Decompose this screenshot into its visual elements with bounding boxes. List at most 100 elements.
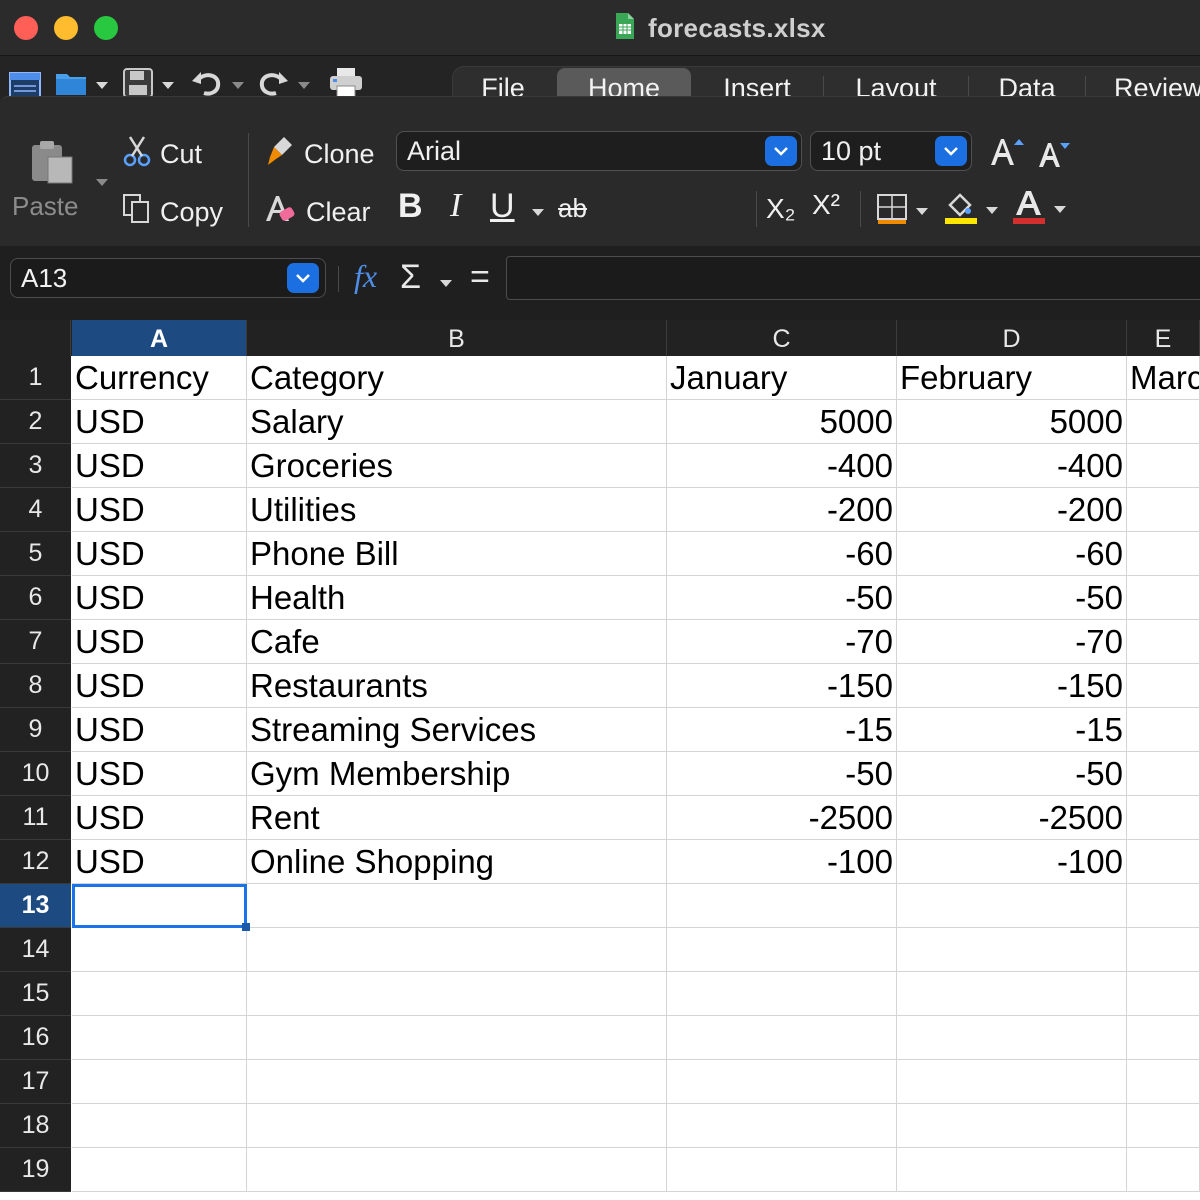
sum-button[interactable]: Σ	[400, 258, 421, 297]
cell-a17[interactable]	[72, 1060, 247, 1104]
row-header-7[interactable]: 7	[0, 620, 71, 664]
cell-d6[interactable]: -50	[897, 576, 1127, 620]
underline-button[interactable]: U	[490, 187, 515, 226]
font-color-button[interactable]	[1012, 189, 1066, 230]
cell-a6[interactable]: USD	[72, 576, 247, 620]
cell-d2[interactable]: 5000	[897, 400, 1127, 444]
strikethrough-button[interactable]: ab	[558, 193, 587, 224]
cell-c14[interactable]	[667, 928, 897, 972]
cell-b16[interactable]	[247, 1016, 667, 1060]
clone-button[interactable]: Clone	[264, 135, 375, 174]
cell-a2[interactable]: USD	[72, 400, 247, 444]
cell-c2[interactable]: 5000	[667, 400, 897, 444]
row-header-2[interactable]: 2	[0, 400, 71, 444]
cell-b9[interactable]: Streaming Services	[247, 708, 667, 752]
cell-b19[interactable]	[247, 1148, 667, 1192]
cell-c1[interactable]: January	[667, 356, 897, 400]
cell-b8[interactable]: Restaurants	[247, 664, 667, 708]
row-header-12[interactable]: 12	[0, 840, 71, 884]
italic-button[interactable]: I	[450, 187, 461, 225]
cell-d19[interactable]	[897, 1148, 1127, 1192]
paste-options-chevron-icon[interactable]	[96, 179, 108, 186]
cell-e19[interactable]	[1127, 1148, 1200, 1192]
cell-d17[interactable]	[897, 1060, 1127, 1104]
cell-b12[interactable]: Online Shopping	[247, 840, 667, 884]
name-box[interactable]: A13	[10, 258, 326, 298]
cell-b4[interactable]: Utilities	[247, 488, 667, 532]
cell-d1[interactable]: February	[897, 356, 1127, 400]
row-header-3[interactable]: 3	[0, 444, 71, 488]
cell-e9[interactable]	[1127, 708, 1200, 752]
cell-e11[interactable]	[1127, 796, 1200, 840]
cell-c18[interactable]	[667, 1104, 897, 1148]
close-window-button[interactable]	[14, 16, 38, 40]
cell-c3[interactable]: -400	[667, 444, 897, 488]
cell-e12[interactable]	[1127, 840, 1200, 884]
sum-options-chevron-icon[interactable]	[440, 280, 452, 287]
minimize-window-button[interactable]	[54, 16, 78, 40]
cell-e3[interactable]	[1127, 444, 1200, 488]
cell-c4[interactable]: -200	[667, 488, 897, 532]
cell-c15[interactable]	[667, 972, 897, 1016]
cell-d3[interactable]: -400	[897, 444, 1127, 488]
cell-a10[interactable]: USD	[72, 752, 247, 796]
cell-e18[interactable]	[1127, 1104, 1200, 1148]
row-header-8[interactable]: 8	[0, 664, 71, 708]
row-header-18[interactable]: 18	[0, 1104, 71, 1148]
cell-d18[interactable]	[897, 1104, 1127, 1148]
cell-b5[interactable]: Phone Bill	[247, 532, 667, 576]
cell-a18[interactable]	[72, 1104, 247, 1148]
cell-c17[interactable]	[667, 1060, 897, 1104]
row-header-17[interactable]: 17	[0, 1060, 71, 1104]
font-size-select[interactable]: 10 pt	[810, 131, 972, 171]
cell-c12[interactable]: -100	[667, 840, 897, 884]
cell-b11[interactable]: Rent	[247, 796, 667, 840]
row-header-15[interactable]: 15	[0, 972, 71, 1016]
cell-b6[interactable]: Health	[247, 576, 667, 620]
increase-font-size-icon[interactable]	[988, 133, 1026, 174]
row-header-13[interactable]: 13	[0, 884, 71, 928]
cell-c7[interactable]: -70	[667, 620, 897, 664]
cell-d14[interactable]	[897, 928, 1127, 972]
zoom-window-button[interactable]	[94, 16, 118, 40]
column-header-b[interactable]: B	[247, 320, 667, 356]
cell-e7[interactable]	[1127, 620, 1200, 664]
cell-d12[interactable]: -100	[897, 840, 1127, 884]
cell-b10[interactable]: Gym Membership	[247, 752, 667, 796]
cell-d9[interactable]: -15	[897, 708, 1127, 752]
cell-c6[interactable]: -50	[667, 576, 897, 620]
row-header-1[interactable]: 1	[0, 356, 71, 400]
row-header-10[interactable]: 10	[0, 752, 71, 796]
borders-button[interactable]	[876, 193, 928, 230]
clear-button[interactable]: Clear	[264, 193, 371, 232]
cell-e10[interactable]	[1127, 752, 1200, 796]
row-header-9[interactable]: 9	[0, 708, 71, 752]
superscript-button[interactable]: X²	[812, 189, 840, 221]
cell-d7[interactable]: -70	[897, 620, 1127, 664]
cell-b15[interactable]	[247, 972, 667, 1016]
cell-d4[interactable]: -200	[897, 488, 1127, 532]
bold-button[interactable]: B	[398, 187, 423, 226]
clipboard-icon[interactable]	[28, 139, 76, 190]
cell-e15[interactable]	[1127, 972, 1200, 1016]
cell-c8[interactable]: -150	[667, 664, 897, 708]
subscript-button[interactable]: X₂	[766, 193, 796, 225]
spreadsheet-grid[interactable]: A B C D E 1 2 3 4 5 6 7 8 9 10 11 12 13 14 15 16 17 18 19 Curren…	[0, 320, 1200, 1200]
cell-e6[interactable]	[1127, 576, 1200, 620]
cell-e14[interactable]	[1127, 928, 1200, 972]
cell-a11[interactable]: USD	[72, 796, 247, 840]
paste-button[interactable]: Paste	[12, 191, 79, 222]
row-header-4[interactable]: 4	[0, 488, 71, 532]
cell-c5[interactable]: -60	[667, 532, 897, 576]
cut-button[interactable]: Cut	[122, 135, 202, 174]
select-all-corner[interactable]	[0, 320, 71, 356]
font-name-select[interactable]: Arial	[396, 131, 802, 171]
cell-c16[interactable]	[667, 1016, 897, 1060]
cell-a19[interactable]	[72, 1148, 247, 1192]
fill-color-button[interactable]	[944, 191, 998, 230]
column-header-c[interactable]: C	[667, 320, 897, 356]
cell-a14[interactable]	[72, 928, 247, 972]
cell-a4[interactable]: USD	[72, 488, 247, 532]
chevron-down-icon[interactable]	[935, 136, 967, 166]
cell-e17[interactable]	[1127, 1060, 1200, 1104]
